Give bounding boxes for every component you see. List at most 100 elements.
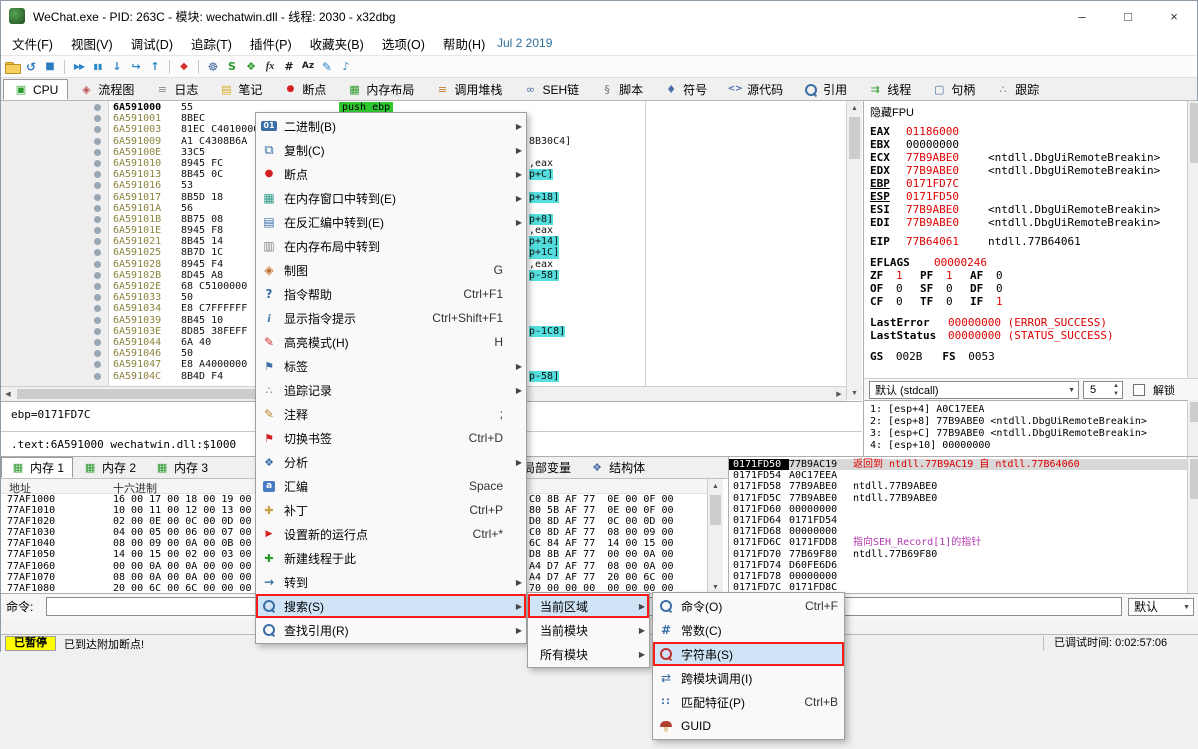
cpu-flag[interactable]: SF 0 (920, 282, 970, 295)
cpu-flag[interactable]: ZF 1 (870, 269, 920, 282)
view-tab[interactable]: CPU (3, 79, 68, 100)
disasm-vertical-scrollbar[interactable] (846, 101, 862, 400)
toolbar-icon[interactable] (281, 59, 297, 75)
eip-row[interactable]: EIP 77B64061 ntdll.77B64061 (870, 235, 1185, 248)
stack-pane[interactable]: 0171FD50 77B9AC19 返回到 ntdll.77B9AC19 自 n… (728, 457, 1187, 594)
context-menu-item[interactable]: 查找引用(R) ▶ (256, 618, 526, 642)
stack-row[interactable]: 0171FD64 0171FD54 (729, 515, 1187, 526)
toolbar-icon[interactable] (128, 59, 144, 75)
toolbar-icon[interactable] (198, 60, 199, 74)
menubar-item[interactable]: 收藏夹(B) (301, 31, 373, 55)
view-tab[interactable]: 源代码 (717, 79, 793, 100)
minimize-button[interactable]: – (1059, 1, 1105, 31)
breakpoint-dot[interactable] (94, 373, 101, 380)
breakpoint-dot[interactable] (94, 126, 101, 133)
submenu-item[interactable]: 当前模块 ▶ (528, 618, 649, 642)
register-row[interactable]: EBX 00000000 (870, 138, 1185, 151)
register-row[interactable]: ECX 77B9ABE0 <ntdll.DbgUiRemoteBreakin> (870, 151, 1185, 164)
scroll-thumb[interactable] (710, 495, 721, 525)
context-menu-item[interactable]: 高亮模式(H) H ▶ (256, 330, 526, 354)
breakpoint-dot[interactable] (94, 205, 101, 212)
context-menu-item[interactable]: 设置新的运行点 Ctrl+* ▶ (256, 522, 526, 546)
submenu-item[interactable]: 字符串(S) (653, 642, 844, 666)
toolbar-icon[interactable] (300, 59, 316, 75)
toolbar-icon[interactable] (109, 59, 125, 75)
view-tab[interactable]: 线程 (857, 79, 921, 100)
context-menu-item[interactable]: 追踪记录 ▶ (256, 378, 526, 402)
toolbar-icon[interactable] (319, 59, 335, 75)
bottom-tab[interactable]: 内存 1 (1, 457, 73, 478)
view-tab[interactable]: 笔记 (208, 79, 272, 100)
toolbar-icon[interactable] (71, 59, 87, 75)
context-menu-item[interactable]: 转到 ▶ (256, 570, 526, 594)
stack-row[interactable]: 0171FD54 A0C17EEA (729, 470, 1187, 481)
context-menu-item[interactable]: 汇编 Space ▶ (256, 474, 526, 498)
scroll-thumb[interactable] (1190, 103, 1198, 163)
scroll-thumb[interactable] (17, 389, 287, 399)
unlock-checkbox[interactable] (1133, 384, 1145, 396)
view-tab[interactable]: 内存布局 (336, 79, 424, 100)
segment-register[interactable]: FS 0053 (942, 350, 994, 363)
cpu-flag[interactable]: PF 1 (920, 269, 970, 282)
register-row[interactable]: EAX 01186000 (870, 125, 1185, 138)
toolbar-icon[interactable] (64, 60, 65, 74)
context-menu-item[interactable]: 制图 G ▶ (256, 258, 526, 282)
scroll-right-button[interactable] (832, 387, 846, 401)
context-menu-item[interactable]: 标签 ▶ (256, 354, 526, 378)
breakpoint-dot[interactable] (94, 350, 101, 357)
toolbar-icon[interactable] (243, 59, 259, 75)
submenu-item[interactable]: 匹配特征(P) Ctrl+B (653, 690, 844, 714)
register-row[interactable]: EDX 77B9ABE0 <ntdll.DbgUiRemoteBreakin> (870, 164, 1185, 177)
breakpoint-dot[interactable] (94, 317, 101, 324)
command-type-select[interactable]: 默认 (1128, 598, 1194, 616)
view-tab[interactable]: 流程图 (68, 79, 144, 100)
register-row[interactable]: EDI 77B9ABE0 <ntdll.DbgUiRemoteBreakin> (870, 216, 1185, 229)
breakpoint-dot[interactable] (94, 138, 101, 145)
cpu-flag[interactable]: AF 0 (970, 269, 1020, 282)
context-menu-item[interactable]: 复制(C) ▶ (256, 138, 526, 162)
context-menu-item[interactable]: 显示指令提示 Ctrl+Shift+F1 ▶ (256, 306, 526, 330)
view-tab[interactable]: SEH链 (512, 79, 589, 100)
cpu-flag[interactable]: DF 0 (970, 282, 1020, 295)
maximize-button[interactable]: □ (1105, 1, 1151, 31)
scroll-left-button[interactable] (1, 387, 15, 401)
breakpoint-dot[interactable] (94, 160, 101, 167)
stack-row[interactable]: 0171FD6C 0171FDD8 指向SEH_Record[1]的指针 (729, 537, 1187, 548)
scroll-thumb[interactable] (1190, 402, 1198, 422)
toolbar-icon[interactable] (4, 59, 20, 75)
toolbar-icon[interactable] (205, 59, 221, 75)
context-menu-item[interactable]: 分析 ▶ (256, 450, 526, 474)
register-row[interactable]: ESP 0171FD50 (870, 190, 1185, 203)
menubar-item[interactable]: 视图(V) (62, 31, 122, 55)
context-menu-item[interactable]: 切换书签 Ctrl+D ▶ (256, 426, 526, 450)
toolbar-icon[interactable] (338, 59, 354, 75)
view-tab[interactable]: 调用堆栈 (424, 79, 512, 100)
registers-scrollbar[interactable] (1187, 101, 1198, 378)
arguments-pane[interactable]: 1: [esp+4] A0C17EEA 2: [esp+8] 77B9ABE0 … (863, 400, 1198, 456)
close-button[interactable]: × (1151, 1, 1197, 31)
toolbar-icon[interactable] (90, 59, 106, 75)
scroll-down-button[interactable] (847, 386, 862, 400)
context-menu-item[interactable]: 搜索(S) ▶ (256, 594, 526, 618)
view-tab[interactable]: 跟踪 (985, 79, 1049, 100)
toolbar-icon[interactable] (262, 59, 278, 75)
cpu-flag[interactable]: CF 0 (870, 295, 920, 308)
stack-row[interactable]: 0171FD68 00000000 (729, 526, 1187, 537)
context-menu-item[interactable]: 在内存窗口中转到(E) ▶ (256, 186, 526, 210)
breakpoint-dot[interactable] (94, 171, 101, 178)
breakpoint-dot[interactable] (94, 249, 101, 256)
titlebar[interactable]: WeChat.exe - PID: 263C - 模块: wechatwin.d… (1, 1, 1197, 31)
register-row[interactable]: ESI 77B9ABE0 <ntdll.DbgUiRemoteBreakin> (870, 203, 1185, 216)
stack-row[interactable]: 0171FD70 77B69F80 ntdll.77B69F80 (729, 549, 1187, 560)
submenu-item[interactable]: 当前区域 ▶ (528, 594, 649, 618)
submenu-item[interactable]: GUID (653, 714, 844, 738)
menubar-item[interactable]: 插件(P) (241, 31, 301, 55)
bottom-tab[interactable]: 内存 3 (145, 457, 217, 478)
view-tab[interactable]: 日志 (144, 79, 208, 100)
breakpoint-dot[interactable] (94, 339, 101, 346)
toolbar-icon[interactable] (147, 59, 163, 75)
view-tab[interactable]: 断点 (272, 79, 336, 100)
scroll-thumb[interactable] (1190, 459, 1198, 499)
menubar-item[interactable]: 文件(F) (3, 31, 62, 55)
stack-row[interactable]: 0171FD60 00000000 (729, 504, 1187, 515)
